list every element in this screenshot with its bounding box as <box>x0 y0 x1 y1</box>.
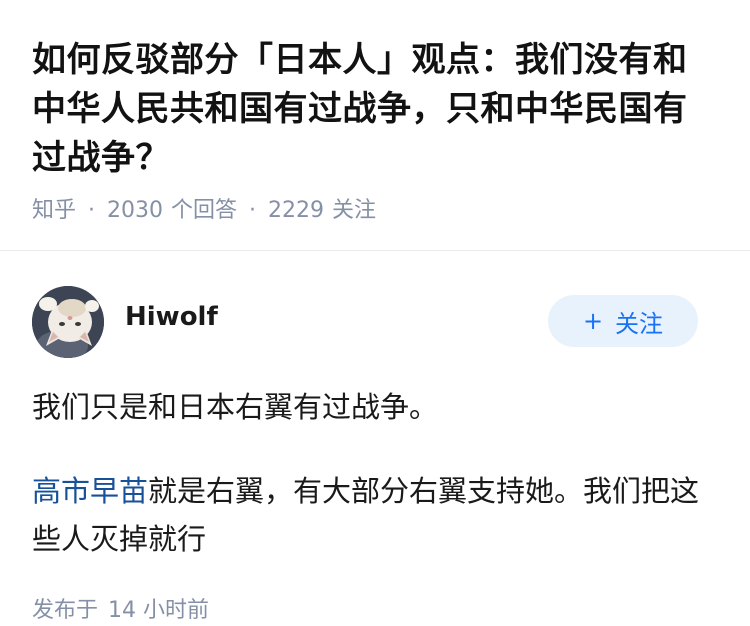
source-label[interactable]: 知乎 <box>32 198 76 223</box>
question-title[interactable]: 如何反驳部分「日本人」观点：我们没有和中华人民共和国有过战争，只和中华民国有过战… <box>32 36 718 183</box>
publish-time: 发布于 14 小时前 <box>32 596 209 626</box>
plus-icon: + <box>582 307 604 335</box>
follower-count: 2229 <box>268 198 325 223</box>
cat-avatar-icon <box>32 286 104 358</box>
answer-count-label: 个回答 <box>171 198 238 223</box>
author-avatar[interactable] <box>32 286 104 358</box>
answer-card: Hiwolf + 关注 我们只是和日本右翼有过战争。 高市早苗就是右翼，有大部分右… <box>0 251 750 626</box>
meta-separator: · <box>249 198 257 223</box>
follow-button-label: 关注 <box>615 309 664 338</box>
answer-paragraph: 我们只是和日本右翼有过战争。 <box>32 390 439 424</box>
question-meta: 知乎 · 2030 个回答 · 2229 关注 <box>32 195 376 227</box>
answer-paragraph: 高市早苗就是右翼，有大部分右翼支持她。我们把这些人灭掉就行 <box>32 467 722 563</box>
publish-label: 发布于 <box>32 598 99 623</box>
follow-button[interactable]: + 关注 <box>548 295 698 347</box>
person-link[interactable]: 高市早苗 <box>32 474 148 508</box>
follower-count-label: 关注 <box>332 198 377 223</box>
meta-separator: · <box>88 198 96 223</box>
publish-time-value: 14 小时前 <box>108 598 210 623</box>
answer-count: 2030 <box>107 198 164 223</box>
question-header: 如何反驳部分「日本人」观点：我们没有和中华人民共和国有过战争，只和中华民国有过战… <box>0 0 750 250</box>
author-name[interactable]: Hiwolf <box>125 301 218 333</box>
